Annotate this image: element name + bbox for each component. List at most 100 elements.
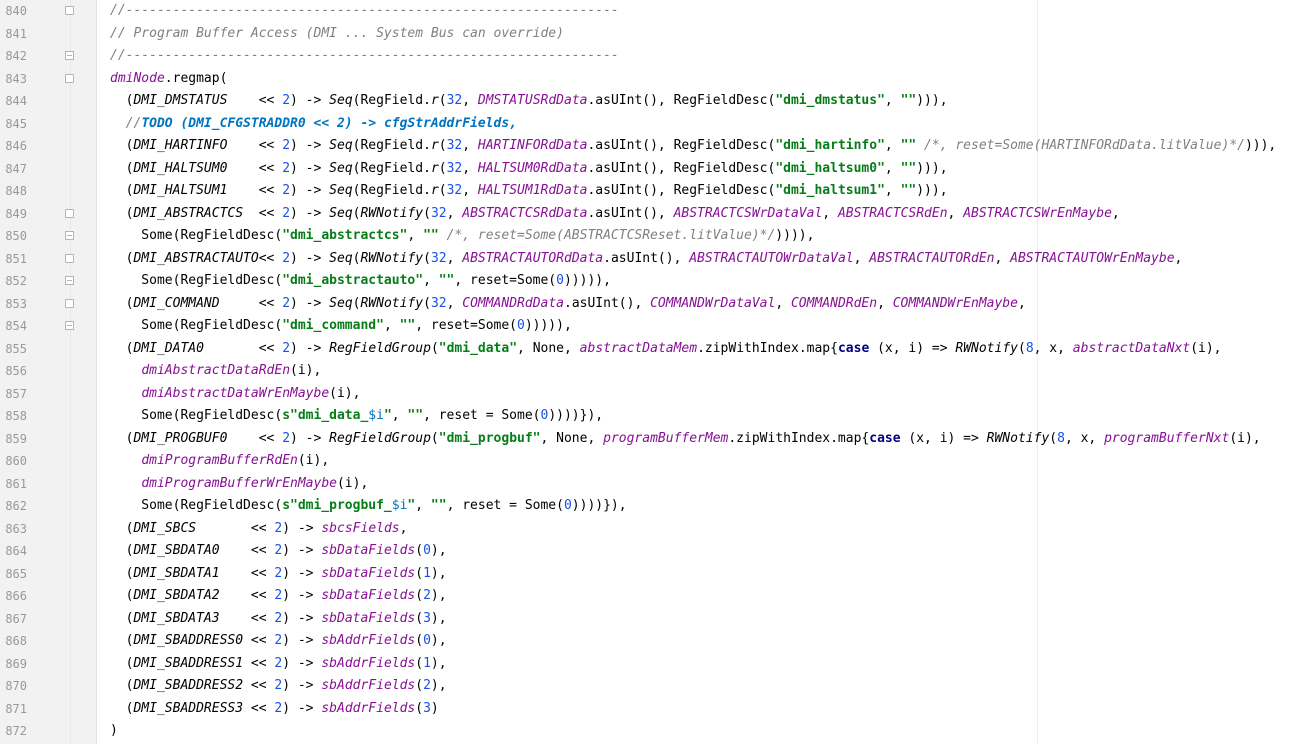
code-line[interactable]: 841 // Program Buffer Access (DMI ... Sys… xyxy=(0,23,1304,46)
code-token: "dmi_abstractauto" xyxy=(282,273,424,288)
code-token: << xyxy=(203,340,283,356)
code-text[interactable]: (DMI_HALTSUM0 << 2) -> Seq(RegField.r(32… xyxy=(110,158,948,181)
code-text[interactable]: (DMI_DATA0 << 2) -> RegFieldGroup("dmi_d… xyxy=(110,338,1222,361)
fold-collapse-icon[interactable] xyxy=(65,276,74,285)
code-token: << xyxy=(227,430,283,446)
code-line[interactable]: 865 (DMI_SBDATA1 << 2) -> sbDataFields(1… xyxy=(0,563,1304,586)
code-text[interactable]: (DMI_ABSTRACTAUTO<< 2) -> Seq(RWNotify(3… xyxy=(110,248,1183,271)
line-number: 868 xyxy=(5,634,27,648)
code-text[interactable]: dmiProgramBufferRdEn(i), xyxy=(110,450,329,473)
code-token: 0 xyxy=(423,543,431,558)
code-text[interactable]: Some(RegFieldDesc(s"dmi_progbuf_$i", "",… xyxy=(110,495,626,518)
code-text[interactable]: (DMI_HALTSUM1 << 2) -> Seq(RegField.r(32… xyxy=(110,180,948,203)
code-line[interactable]: 859 (DMI_PROGBUF0 << 2) -> RegFieldGroup… xyxy=(0,428,1304,451)
code-line[interactable]: 844 (DMI_DMSTATUS << 2) -> Seq(RegField.… xyxy=(0,90,1304,113)
code-token: .asUInt(), RegFieldDesc( xyxy=(587,138,776,153)
code-line[interactable]: 862 Some(RegFieldDesc(s"dmi_progbuf_$i",… xyxy=(0,495,1304,518)
code-line[interactable]: 843 dmiNode.regmap( xyxy=(0,68,1304,91)
code-line[interactable]: 854 Some(RegFieldDesc("dmi_command", "",… xyxy=(0,315,1304,338)
code-token: ( xyxy=(110,633,134,648)
code-token: sbAddrFields xyxy=(321,700,416,716)
code-text[interactable]: (DMI_SBDATA0 << 2) -> sbDataFields(0), xyxy=(110,540,447,563)
code-line[interactable]: 853 (DMI_COMMAND << 2) -> Seq(RWNotify(3… xyxy=(0,293,1304,316)
code-text[interactable]: (DMI_SBADDRESS0 << 2) -> sbAddrFields(0)… xyxy=(110,630,447,653)
code-text[interactable]: (DMI_SBDATA3 << 2) -> sbDataFields(3), xyxy=(110,608,447,631)
code-token: Some(RegFieldDesc( xyxy=(110,408,283,423)
code-token: ( xyxy=(430,340,439,356)
fold-collapse-icon[interactable] xyxy=(65,51,74,60)
code-text[interactable]: dmiProgramBufferWrEnMaybe(i), xyxy=(110,473,368,496)
code-line[interactable]: 868 (DMI_SBADDRESS0 << 2) -> sbAddrField… xyxy=(0,630,1304,653)
code-text[interactable]: Some(RegFieldDesc("dmi_abstractcs", "" /… xyxy=(110,225,814,248)
code-token: ABSTRACTAUTOWrEnMaybe xyxy=(1010,250,1175,266)
code-text[interactable]: (DMI_SBADDRESS1 << 2) -> sbAddrFields(1)… xyxy=(110,653,447,676)
code-text[interactable]: dmiNode.regmap( xyxy=(110,68,227,91)
fold-expand-icon[interactable] xyxy=(65,73,74,83)
code-line[interactable]: 845 //TODO (DMI_CFGSTRADDR0 << 2) -> cfg… xyxy=(0,113,1304,136)
code-text[interactable]: (DMI_PROGBUF0 << 2) -> RegFieldGroup("dm… xyxy=(110,428,1261,451)
code-token: DMI_SBADDRESS1 xyxy=(133,655,244,671)
code-text[interactable]: //TODO (DMI_CFGSTRADDR0 << 2) -> cfgStrA… xyxy=(110,113,517,136)
code-line[interactable]: 850 Some(RegFieldDesc("dmi_abstractcs", … xyxy=(0,225,1304,248)
code-text[interactable]: // Program Buffer Access (DMI ... System… xyxy=(110,23,564,46)
line-number: 845 xyxy=(5,116,27,131)
code-line[interactable]: 866 (DMI_SBDATA2 << 2) -> sbDataFields(2… xyxy=(0,585,1304,608)
code-text[interactable]: (DMI_SBDATA1 << 2) -> sbDataFields(1), xyxy=(110,563,447,586)
code-line[interactable]: 864 (DMI_SBDATA0 << 2) -> sbDataFields(0… xyxy=(0,540,1304,563)
fold-expand-icon[interactable] xyxy=(65,298,74,308)
code-text[interactable]: (DMI_SBADDRESS3 << 2) -> sbAddrFields(3) xyxy=(110,698,439,721)
fold-collapse-icon[interactable] xyxy=(65,321,74,330)
code-text[interactable]: (DMI_DMSTATUS << 2) -> Seq(RegField.r(32… xyxy=(110,90,948,113)
code-text[interactable]: Some(RegFieldDesc("dmi_command", "", res… xyxy=(110,315,572,338)
code-text[interactable]: (DMI_ABSTRACTCS << 2) -> Seq(RWNotify(32… xyxy=(110,203,1120,226)
code-token: Seq xyxy=(329,138,353,153)
code-text[interactable]: ) xyxy=(110,720,118,743)
code-text[interactable]: dmiAbstractDataRdEn(i), xyxy=(110,360,321,383)
code-text[interactable]: (DMI_HARTINFO << 2) -> Seq(RegField.r(32… xyxy=(110,135,1277,158)
code-text[interactable]: //--------------------------------------… xyxy=(110,0,619,23)
code-line[interactable]: 871 (DMI_SBADDRESS3 << 2) -> sbAddrField… xyxy=(0,698,1304,721)
code-line[interactable]: 867 (DMI_SBDATA3 << 2) -> sbDataFields(3… xyxy=(0,608,1304,631)
fold-expand-icon[interactable] xyxy=(65,253,74,263)
code-line[interactable]: 855 (DMI_DATA0 << 2) -> RegFieldGroup("d… xyxy=(0,338,1304,361)
code-text[interactable]: (DMI_SBADDRESS2 << 2) -> sbAddrFields(2)… xyxy=(110,675,447,698)
code-text[interactable]: Some(RegFieldDesc(s"dmi_data_$i", "", re… xyxy=(110,405,603,428)
code-token: (x, i) => xyxy=(900,430,987,446)
code-line[interactable]: 872) xyxy=(0,720,1304,743)
code-token: r xyxy=(430,93,439,108)
code-line[interactable]: 870 (DMI_SBADDRESS2 << 2) -> sbAddrField… xyxy=(0,675,1304,698)
code-line[interactable]: 861 dmiProgramBufferWrEnMaybe(i), xyxy=(0,473,1304,496)
code-line[interactable]: 863 (DMI_SBCS << 2) -> sbcsFields, xyxy=(0,518,1304,541)
fold-expand-icon[interactable] xyxy=(65,6,74,15)
code-line[interactable]: 851 (DMI_ABSTRACTAUTO<< 2) -> Seq(RWNoti… xyxy=(0,248,1304,271)
code-editor[interactable]: 840 //-----------------------------------… xyxy=(0,0,1304,743)
code-token: , xyxy=(1174,250,1183,266)
code-line[interactable]: 846 (DMI_HARTINFO << 2) -> Seq(RegField.… xyxy=(0,135,1304,158)
code-line[interactable]: 842 //-----------------------------------… xyxy=(0,45,1304,68)
code-line[interactable]: 860 dmiProgramBufferRdEn(i), xyxy=(0,450,1304,473)
fold-collapse-icon[interactable] xyxy=(65,231,74,240)
code-token: 2 xyxy=(423,678,431,693)
code-token: sbDataFields xyxy=(321,543,416,558)
code-line[interactable]: 848 (DMI_HALTSUM1 << 2) -> Seq(RegField.… xyxy=(0,180,1304,203)
code-line[interactable]: 849 (DMI_ABSTRACTCS << 2) -> Seq(RWNotif… xyxy=(0,203,1304,226)
line-number: 850 xyxy=(5,229,27,243)
code-text[interactable]: (DMI_SBDATA2 << 2) -> sbDataFields(2), xyxy=(110,585,447,608)
code-line[interactable]: 847 (DMI_HALTSUM0 << 2) -> Seq(RegField.… xyxy=(0,158,1304,181)
code-token: , reset=Some( xyxy=(415,318,517,333)
code-text[interactable]: Some(RegFieldDesc("dmi_abstractauto", ""… xyxy=(110,270,611,293)
code-text[interactable]: (DMI_COMMAND << 2) -> Seq(RWNotify(32, C… xyxy=(110,293,1026,316)
line-number: 852 xyxy=(5,274,27,288)
fold-expand-icon[interactable] xyxy=(65,208,74,218)
code-line[interactable]: 856 dmiAbstractDataRdEn(i), xyxy=(0,360,1304,383)
code-line[interactable]: 857 dmiAbstractDataWrEnMaybe(i), xyxy=(0,383,1304,406)
code-line[interactable]: 858 Some(RegFieldDesc(s"dmi_data_$i", ""… xyxy=(0,405,1304,428)
code-line[interactable]: 840 //-----------------------------------… xyxy=(0,0,1304,23)
code-line[interactable]: 852 Some(RegFieldDesc("dmi_abstractauto"… xyxy=(0,270,1304,293)
code-line[interactable]: 869 (DMI_SBADDRESS1 << 2) -> sbAddrField… xyxy=(0,653,1304,676)
code-text[interactable]: dmiAbstractDataWrEnMaybe(i), xyxy=(110,383,360,406)
code-token: programBufferMem xyxy=(603,430,729,446)
code-text[interactable]: (DMI_SBCS << 2) -> sbcsFields, xyxy=(110,518,408,541)
code-text[interactable]: //--------------------------------------… xyxy=(110,45,619,68)
